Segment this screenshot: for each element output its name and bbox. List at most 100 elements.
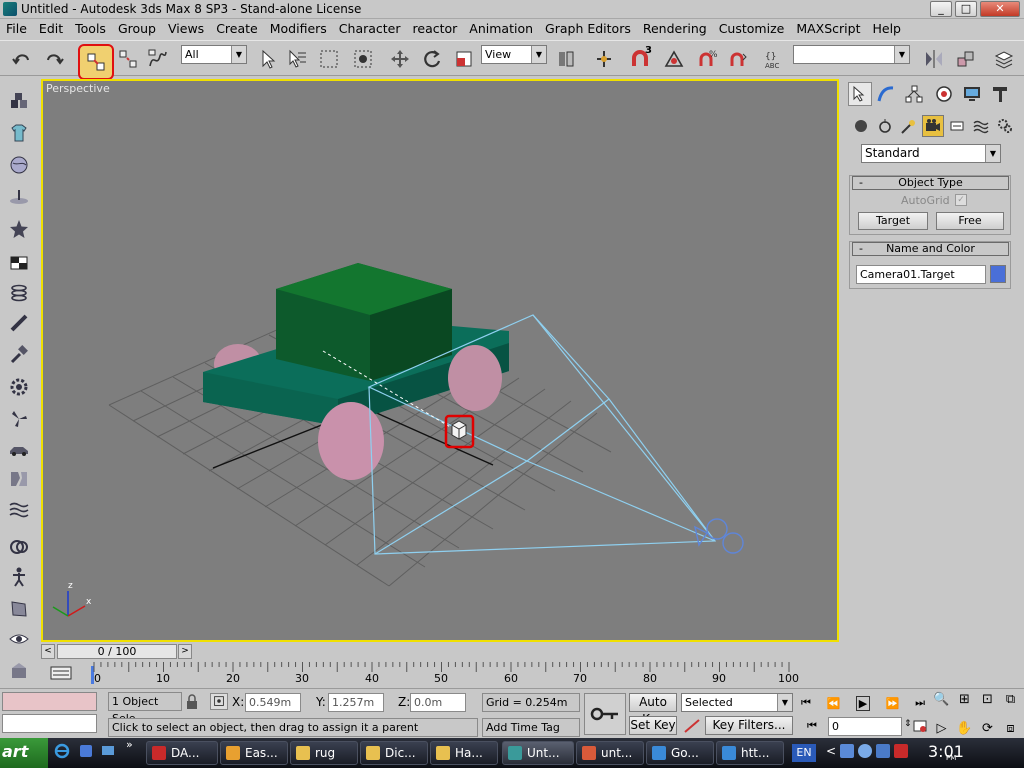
toy-car-tool[interactable] bbox=[6, 436, 32, 462]
pivot-point-button[interactable] bbox=[552, 45, 580, 73]
current-frame-field[interactable]: 0 bbox=[828, 717, 902, 736]
object-name-input[interactable]: Camera01.Target bbox=[856, 265, 986, 284]
preview-tool[interactable] bbox=[6, 626, 32, 652]
menu-file[interactable]: File bbox=[0, 20, 33, 38]
pan-hand-icon[interactable]: ✋ bbox=[953, 721, 976, 736]
menu-tools[interactable]: Tools bbox=[69, 20, 112, 38]
display-tab[interactable] bbox=[960, 82, 984, 106]
space-warps-category[interactable] bbox=[970, 115, 992, 137]
menu-views[interactable]: Views bbox=[162, 20, 210, 38]
tray-expand-icon[interactable]: < bbox=[826, 744, 836, 758]
redo-button[interactable] bbox=[40, 45, 68, 73]
taskbar-item[interactable]: Go... bbox=[646, 741, 714, 765]
hinge-tool[interactable] bbox=[6, 310, 32, 336]
menu-edit[interactable]: Edit bbox=[33, 20, 69, 38]
helpers-category[interactable] bbox=[946, 115, 968, 137]
taskbar-item[interactable]: rug bbox=[290, 741, 358, 765]
target-camera-button[interactable]: Target bbox=[858, 212, 928, 230]
y-coordinate-field[interactable]: 1.257m bbox=[328, 693, 384, 712]
next-key-button[interactable]: ⏩ bbox=[886, 697, 900, 710]
selection-filter-dropdown[interactable]: All ▼ bbox=[181, 45, 247, 64]
network-icon[interactable] bbox=[840, 744, 854, 758]
select-and-link-button[interactable] bbox=[78, 44, 114, 80]
arc-rotate-icon[interactable]: ⟳ bbox=[976, 721, 999, 736]
go-to-start-button[interactable]: ⏮ bbox=[801, 696, 811, 710]
autogrid-checkbox[interactable]: ✓ bbox=[955, 194, 967, 206]
motor-tool[interactable] bbox=[6, 374, 32, 400]
previous-key-button[interactable]: ⏪ bbox=[826, 697, 840, 710]
menu-rendering[interactable]: Rendering bbox=[637, 20, 713, 38]
wheel-back-right[interactable] bbox=[448, 345, 502, 411]
start-button[interactable]: art bbox=[0, 738, 48, 768]
menu-customize[interactable]: Customize bbox=[713, 20, 791, 38]
next-frame-button[interactable]: > bbox=[178, 644, 192, 659]
select-by-name-button[interactable] bbox=[283, 45, 311, 73]
taskbar-item-active[interactable]: Unt... bbox=[502, 741, 574, 765]
time-slider[interactable]: < 0 / 100 > bbox=[41, 643, 839, 660]
maximize-viewport-icon[interactable]: ⧈ bbox=[999, 721, 1022, 736]
lock-selection-button[interactable] bbox=[185, 694, 199, 710]
frame-spinner[interactable]: ⇕ bbox=[904, 719, 912, 729]
internet-explorer-quicklaunch[interactable] bbox=[54, 743, 70, 759]
name-color-rollout-header[interactable]: - Name and Color bbox=[852, 242, 1009, 256]
edit-named-selection-button[interactable]: {} ABC bbox=[760, 45, 788, 73]
shapes-category[interactable] bbox=[874, 115, 896, 137]
manipulate-button[interactable] bbox=[590, 45, 618, 73]
menu-graph-editors[interactable]: Graph Editors bbox=[539, 20, 637, 38]
key-filters-button[interactable]: Key Filters... bbox=[705, 716, 793, 735]
reference-coordinate-dropdown[interactable]: View ▼ bbox=[481, 45, 547, 64]
play-button[interactable]: ▶ bbox=[855, 695, 871, 711]
field-of-view-icon[interactable]: ▷ bbox=[930, 721, 953, 736]
menu-help[interactable]: Help bbox=[866, 20, 907, 38]
object-color-swatch[interactable] bbox=[990, 265, 1006, 283]
ragdoll-rope-tool[interactable] bbox=[6, 534, 32, 560]
align-button[interactable] bbox=[952, 45, 980, 73]
quicklaunch-overflow-icon[interactable]: » bbox=[126, 738, 133, 751]
absolute-relative-toggle[interactable] bbox=[210, 693, 228, 710]
spinner-snap-button[interactable] bbox=[724, 45, 752, 73]
taskbar-item[interactable]: unt... bbox=[576, 741, 644, 765]
rope-tool[interactable] bbox=[6, 280, 32, 306]
zoom-icon[interactable]: 🔍 bbox=[930, 692, 953, 707]
maxscript-listener-mini[interactable] bbox=[2, 692, 97, 711]
taskbar-item[interactable]: Eas... bbox=[220, 741, 288, 765]
bind-space-warp-button[interactable] bbox=[144, 45, 172, 73]
water-tool[interactable] bbox=[6, 496, 32, 522]
zoom-extents-all-icon[interactable]: ⧉ bbox=[999, 692, 1022, 707]
set-key-mode-button[interactable]: Set Key bbox=[629, 716, 677, 735]
key-mode-dropdown[interactable]: Selected ▼ bbox=[681, 693, 793, 712]
time-configuration-button[interactable] bbox=[912, 718, 928, 734]
hierarchy-tab[interactable] bbox=[902, 82, 926, 106]
x-coordinate-field[interactable]: 0.549m bbox=[245, 693, 301, 712]
menu-reactor[interactable]: reactor bbox=[407, 20, 464, 38]
z-coordinate-field[interactable]: 0.0m bbox=[410, 693, 466, 712]
fracture-tool[interactable] bbox=[6, 466, 32, 492]
mini-curve-editor-button[interactable] bbox=[49, 664, 73, 682]
go-to-end-button[interactable]: ⏭ bbox=[915, 696, 925, 710]
perspective-viewport[interactable]: Perspective z x bbox=[41, 79, 839, 642]
zoom-extents-icon[interactable]: ⊡ bbox=[976, 692, 999, 707]
track-bar[interactable]: 0 10 20 30 40 50 60 70 80 90 100 bbox=[41, 662, 839, 688]
modify-tab[interactable] bbox=[874, 82, 898, 106]
analyze-world-tool[interactable] bbox=[6, 658, 32, 684]
layer-manager-button[interactable] bbox=[990, 45, 1018, 73]
add-time-tag-button[interactable]: Add Time Tag bbox=[482, 718, 580, 737]
spring-star-tool[interactable] bbox=[6, 216, 32, 242]
set-key-button[interactable] bbox=[584, 693, 626, 735]
checker-tool[interactable] bbox=[6, 250, 32, 276]
motion-tab[interactable] bbox=[932, 82, 956, 106]
menu-modifiers[interactable]: Modifiers bbox=[264, 20, 333, 38]
window-crossing-button[interactable] bbox=[349, 45, 377, 73]
deforming-mesh-tool[interactable] bbox=[6, 596, 32, 622]
menu-create[interactable]: Create bbox=[210, 20, 264, 38]
time-slider-thumb[interactable]: 0 / 100 bbox=[57, 644, 177, 659]
lights-category[interactable] bbox=[898, 115, 920, 137]
taskbar-item[interactable]: Dic... bbox=[360, 741, 428, 765]
plane-tool[interactable] bbox=[6, 184, 32, 210]
close-button[interactable]: ✕ bbox=[980, 1, 1020, 17]
camera-target-box-icon[interactable] bbox=[451, 420, 467, 440]
language-indicator[interactable]: EN bbox=[792, 744, 816, 762]
tray-app-icon[interactable] bbox=[876, 744, 890, 758]
wheel-front-right[interactable] bbox=[318, 402, 384, 480]
utilities-tab[interactable] bbox=[988, 82, 1012, 106]
